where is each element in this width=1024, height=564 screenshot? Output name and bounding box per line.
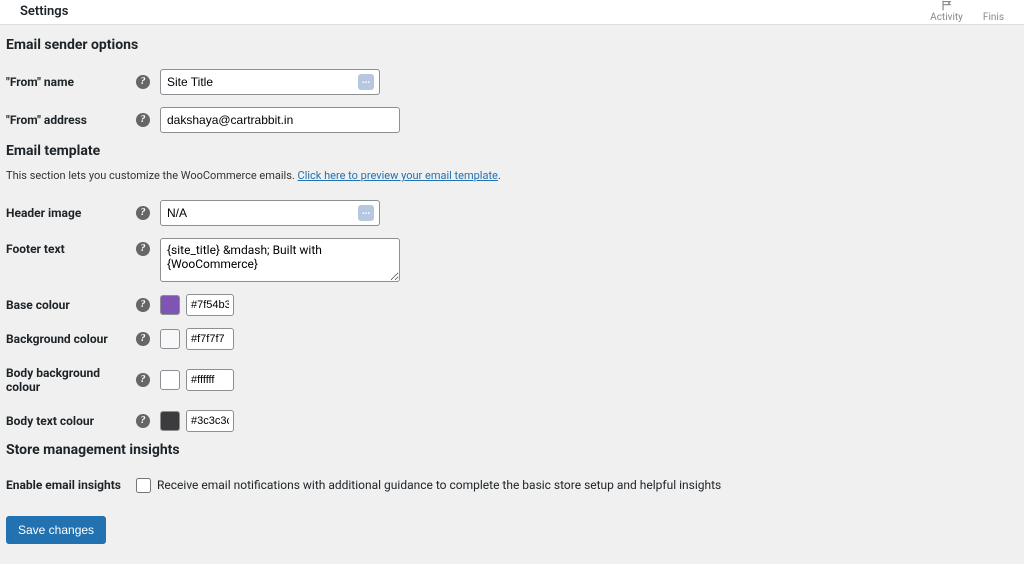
body-bg-swatch[interactable] bbox=[160, 370, 180, 390]
enable-insights-text: Receive email notifications with additio… bbox=[157, 478, 721, 492]
from-address-label: "From" address bbox=[6, 101, 136, 139]
bg-colour-input[interactable] bbox=[186, 328, 234, 350]
body-bg-label: Body background colour bbox=[6, 356, 136, 404]
help-icon[interactable]: ? bbox=[136, 414, 150, 428]
activity-label: Activity bbox=[930, 12, 963, 23]
flag-icon bbox=[940, 0, 954, 11]
header-image-label: Header image bbox=[6, 194, 136, 232]
template-table: Header image ? ••• Footer text ? Base co… bbox=[6, 194, 1018, 438]
help-icon[interactable]: ? bbox=[136, 113, 150, 127]
template-desc-text: This section lets you customize the WooC… bbox=[6, 169, 298, 182]
base-colour-swatch[interactable] bbox=[160, 295, 180, 315]
help-icon[interactable]: ? bbox=[136, 332, 150, 346]
top-right-actions: Activity Finis bbox=[930, 0, 1004, 23]
from-name-input[interactable] bbox=[160, 69, 380, 95]
from-name-label: "From" name bbox=[6, 63, 136, 101]
from-address-input[interactable] bbox=[160, 107, 400, 133]
body-text-label: Body text colour bbox=[6, 404, 136, 438]
help-icon[interactable]: ? bbox=[136, 298, 150, 312]
insights-table: Enable email insights Receive email noti… bbox=[6, 468, 1018, 502]
help-icon[interactable]: ? bbox=[136, 75, 150, 89]
finish-label: Finis bbox=[983, 12, 1004, 23]
footer-text-input[interactable] bbox=[160, 238, 400, 282]
finish-button[interactable]: Finis bbox=[983, 0, 1004, 23]
body-bg-input[interactable] bbox=[186, 369, 234, 391]
bg-colour-label: Background colour bbox=[6, 322, 136, 356]
template-description: This section lets you customize the WooC… bbox=[6, 169, 1018, 182]
settings-content: Email sender options "From" name ? ••• "… bbox=[0, 25, 1024, 564]
base-colour-input[interactable] bbox=[186, 294, 234, 316]
footer-text-label: Footer text bbox=[6, 232, 136, 288]
bg-colour-swatch[interactable] bbox=[160, 329, 180, 349]
sender-table: "From" name ? ••• "From" address ? bbox=[6, 63, 1018, 139]
enable-insights-checkbox[interactable] bbox=[136, 478, 151, 493]
header-image-input[interactable] bbox=[160, 200, 380, 226]
help-icon[interactable]: ? bbox=[136, 206, 150, 220]
page-title: Settings bbox=[20, 0, 68, 19]
section-heading-template: Email template bbox=[6, 143, 1018, 159]
body-text-swatch[interactable] bbox=[160, 411, 180, 431]
help-icon[interactable]: ? bbox=[136, 242, 150, 256]
help-icon[interactable]: ? bbox=[136, 373, 150, 387]
top-bar: Settings Activity Finis bbox=[0, 0, 1024, 25]
enable-insights-label: Enable email insights bbox=[6, 468, 136, 502]
activity-button[interactable]: Activity bbox=[930, 0, 963, 23]
body-text-input[interactable] bbox=[186, 410, 234, 432]
section-heading-sender: Email sender options bbox=[6, 37, 1018, 53]
preview-template-link[interactable]: Click here to preview your email templat… bbox=[298, 169, 498, 182]
base-colour-label: Base colour bbox=[6, 288, 136, 322]
section-heading-insights: Store management insights bbox=[6, 442, 1018, 458]
